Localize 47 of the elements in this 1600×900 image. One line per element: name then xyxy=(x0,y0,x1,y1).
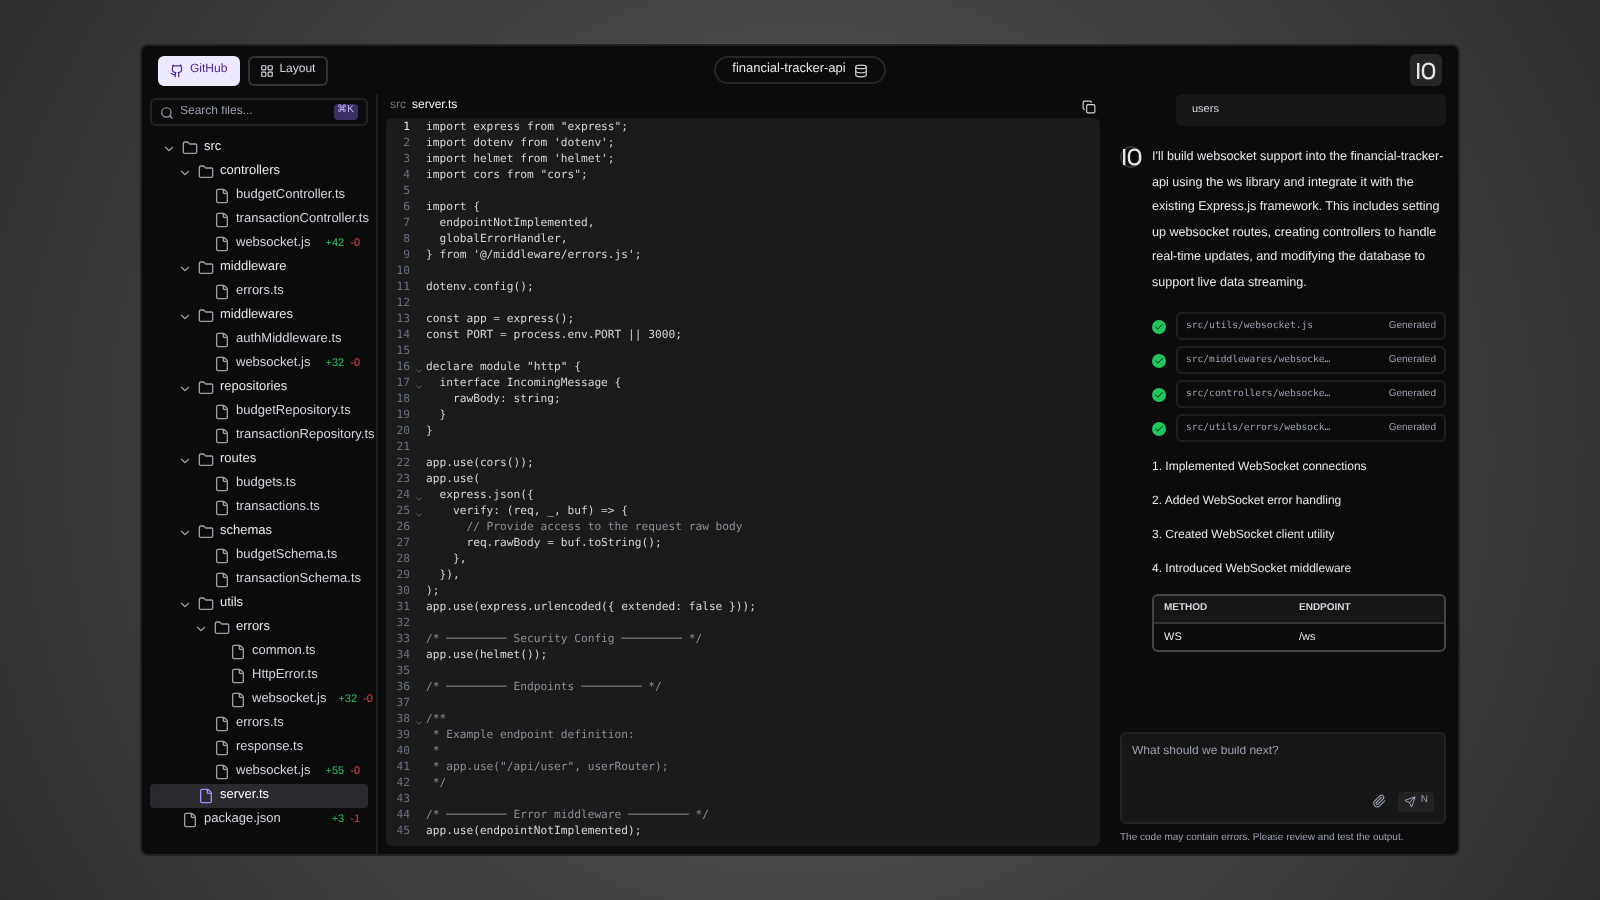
fold-icon[interactable] xyxy=(413,509,423,519)
folder-icon xyxy=(198,524,214,540)
file-icon xyxy=(214,740,230,756)
folder-icon xyxy=(198,380,214,396)
paperclip-icon[interactable] xyxy=(1372,794,1387,808)
logo-button[interactable] xyxy=(1410,54,1442,86)
logo-icon xyxy=(1416,61,1436,79)
file-icon xyxy=(214,332,230,348)
file-icon xyxy=(198,788,214,804)
chevron-down-icon xyxy=(178,453,192,467)
file-icon xyxy=(214,500,230,516)
file-icon xyxy=(214,284,230,300)
file-icon xyxy=(214,572,230,588)
folder-icon xyxy=(198,452,214,468)
database-icon xyxy=(853,63,868,77)
file-icon xyxy=(230,668,246,684)
file-icon xyxy=(214,212,230,228)
fold-icon[interactable] xyxy=(413,493,423,503)
search-icon xyxy=(160,105,174,119)
layout-icon xyxy=(259,63,274,77)
folder-icon xyxy=(198,164,214,180)
fold-icon[interactable] xyxy=(413,381,423,391)
chevron-down-icon xyxy=(178,525,192,539)
file-icon xyxy=(182,812,198,828)
file-icon xyxy=(214,356,230,372)
file-icon xyxy=(214,236,230,252)
file-icon xyxy=(214,476,230,492)
fold-icon[interactable] xyxy=(413,365,423,375)
folder-icon xyxy=(198,308,214,324)
fold-icon[interactable] xyxy=(413,717,423,727)
send-icon xyxy=(1404,795,1417,807)
folder-icon xyxy=(198,260,214,276)
file-icon xyxy=(214,188,230,204)
chevron-down-icon xyxy=(178,309,192,323)
file-icon xyxy=(214,764,230,780)
folder-icon xyxy=(198,596,214,612)
chevron-down-icon xyxy=(178,261,192,275)
file-icon xyxy=(214,716,230,732)
copy-icon[interactable] xyxy=(1082,99,1096,113)
file-icon xyxy=(214,404,230,420)
file-icon xyxy=(214,548,230,564)
chevron-down-icon xyxy=(178,381,192,395)
file-icon xyxy=(230,644,246,660)
folder-icon xyxy=(214,620,230,636)
file-icon xyxy=(214,428,230,444)
folder-icon xyxy=(182,140,198,156)
file-icon xyxy=(230,692,246,708)
